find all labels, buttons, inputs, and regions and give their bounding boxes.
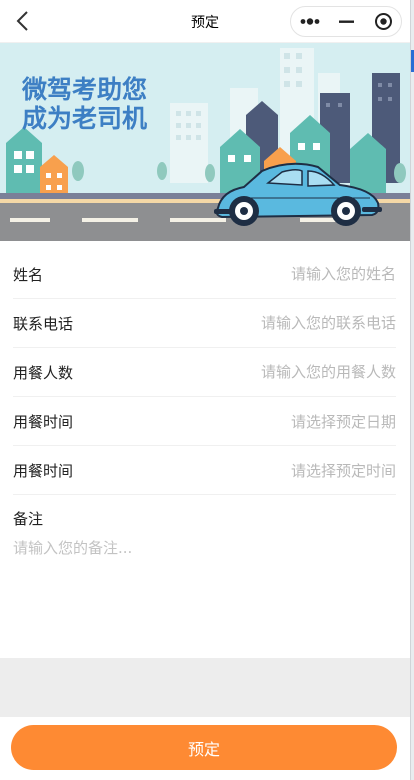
banner-slogan-line1: 微驾考助您 xyxy=(21,75,147,104)
notes-section: 备注 xyxy=(13,508,396,631)
phone-row: 联系电话 xyxy=(13,299,396,348)
banner-image: 微驾考助您 成为老司机 xyxy=(0,43,410,241)
time-label: 用餐时间 xyxy=(13,461,74,480)
date-picker[interactable]: 请选择预定日期 xyxy=(291,411,396,432)
name-input[interactable] xyxy=(166,265,396,283)
navigation-bar: 预定 xyxy=(0,0,410,43)
time-picker[interactable]: 请选择预定时间 xyxy=(291,460,396,481)
more-dots-icon[interactable] xyxy=(291,7,328,36)
people-row: 用餐人数 xyxy=(13,348,396,397)
time-row: 用餐时间 请选择预定时间 xyxy=(13,446,396,495)
footer-spacer xyxy=(0,658,410,717)
name-label: 姓名 xyxy=(13,265,44,284)
date-row: 用餐时间 请选择预定日期 xyxy=(13,397,396,446)
phone-label: 联系电话 xyxy=(13,314,74,333)
notes-textarea[interactable] xyxy=(13,537,396,627)
notes-label: 备注 xyxy=(13,510,44,528)
date-label: 用餐时间 xyxy=(13,412,74,431)
mini-program-capsule xyxy=(290,6,402,37)
app-root: 预定 微驾考助您 成为老司机 姓名 请输入您的姓名 联系电话 请输入您的联系电话… xyxy=(0,0,414,780)
people-input[interactable] xyxy=(166,363,396,381)
people-label: 用餐人数 xyxy=(13,363,74,382)
target-circle-icon[interactable] xyxy=(365,7,402,36)
banner-slogan-line2: 成为老司机 xyxy=(22,104,147,133)
phone-input[interactable] xyxy=(166,314,396,332)
minimize-icon[interactable] xyxy=(328,7,365,36)
reserve-button[interactable]: 预定 xyxy=(11,725,397,770)
adjacent-window-edge xyxy=(410,0,414,780)
reservation-form: 姓名 联系电话 用餐人数 用餐时间 请选择预定日期 用餐时间 请选择预定时间 xyxy=(0,250,410,495)
name-row: 姓名 xyxy=(13,250,396,299)
submit-bar: 预定 xyxy=(0,717,410,780)
